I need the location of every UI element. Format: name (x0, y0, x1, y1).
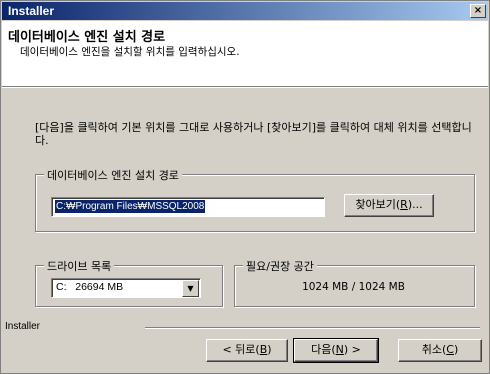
space-legend: 필요/권장 공간 (243, 258, 317, 274)
back-label-suffix: ) (267, 343, 272, 356)
install-path-input[interactable]: C:₩Program Files₩MSSQL2008 (51, 197, 325, 217)
page-subtitle: 데이터베이스 엔진을 설치할 위치를 입력하십시오. (20, 46, 240, 58)
cancel-hotkey: C (446, 343, 454, 356)
install-path-value: C:₩Program Files₩MSSQL2008 (55, 200, 206, 213)
space-value: 1024 MB / 1024 MB (302, 281, 405, 293)
cancel-label: 취소( (421, 343, 447, 356)
back-label: < 뒤로( (222, 343, 260, 356)
back-button[interactable]: < 뒤로(B) (206, 339, 288, 362)
cancel-label-suffix: ) (453, 343, 459, 356)
footer-brand: Installer (5, 321, 41, 332)
header-panel: 데이터베이스 엔진 설치 경로 데이터베이스 엔진을 설치할 위치를 입력하십시… (2, 21, 488, 87)
close-icon: × (473, 5, 483, 16)
drive-select-value: C: 26694 MB (56, 281, 124, 293)
drive-select[interactable]: C: 26694 MB ▼ (51, 278, 201, 298)
cancel-button[interactable]: 취소(C) (398, 339, 482, 362)
chevron-down-icon[interactable]: ▼ (182, 280, 199, 297)
browse-label-suffix: )... (407, 198, 423, 211)
close-button[interactable]: × (470, 4, 486, 18)
next-button[interactable]: 다음(N) > (293, 338, 379, 363)
page-title: 데이터베이스 엔진 설치 경로 (8, 30, 166, 45)
browse-button[interactable]: 찾아보기(R)... (344, 194, 434, 217)
installer-window: Installer × 데이터베이스 엔진 설치 경로 데이터베이스 엔진을 설… (0, 0, 490, 374)
title-bar[interactable]: Installer × (2, 2, 488, 20)
next-label: 다음( (311, 343, 336, 356)
footer-divider (145, 327, 480, 329)
header-divider (2, 87, 488, 88)
drive-list-legend: 드라이브 목록 (44, 258, 115, 274)
next-label-suffix: ) > (343, 343, 361, 356)
window-title: Installer (8, 4, 55, 18)
install-path-legend: 데이터베이스 엔진 설치 경로 (44, 167, 182, 183)
next-hotkey: N (335, 343, 344, 356)
browse-hotkey: R (400, 198, 408, 211)
instructions-text: [다음]을 클릭하여 기본 위치를 그대로 사용하거나 [찾아보기]를 클릭하여… (35, 121, 472, 147)
browse-label: 찾아보기( (355, 198, 401, 211)
